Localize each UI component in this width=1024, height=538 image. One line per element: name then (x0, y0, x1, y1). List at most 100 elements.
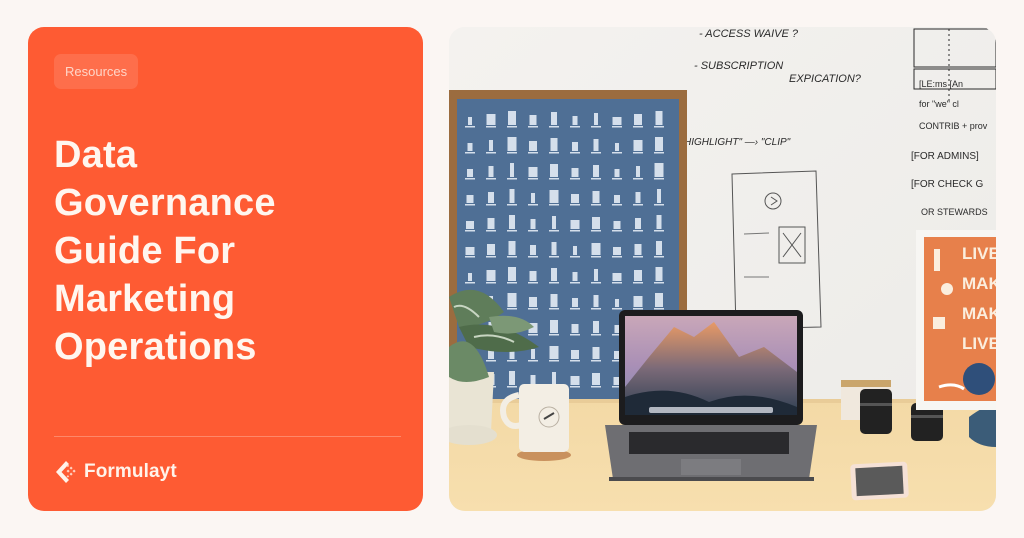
article-card[interactable]: Resources Data Governance Guide For Mark… (28, 27, 423, 511)
poster-landmark-glyph (655, 293, 663, 307)
poster-landmark-base (633, 282, 643, 284)
poster-landmark-glyph (486, 114, 496, 125)
poster-landmark-glyph (508, 267, 516, 281)
poster-landmark-glyph (467, 169, 473, 177)
poster-landmark-base (528, 360, 538, 362)
poster-landmark-base (486, 152, 496, 154)
poster-landmark-base (549, 152, 559, 154)
poster-landmark-glyph (655, 267, 663, 281)
poster-landmark-glyph (635, 192, 641, 203)
poster-landmark-base (591, 282, 601, 284)
poster-landmark-glyph (634, 244, 642, 255)
brand[interactable]: Formulayt (54, 459, 177, 485)
poster-landmark-base (570, 282, 580, 284)
poster-landmark-glyph (529, 115, 537, 125)
poster-landmark-glyph (509, 189, 515, 203)
workspace-illustration: - ACCESS WAIVE ? - SUBSCRIPTION EXPICATI… (449, 27, 996, 511)
poster-landmark-glyph (549, 190, 559, 203)
poster-landmark-glyph (487, 218, 495, 229)
poster-landmark-base (612, 282, 622, 284)
poster-landmark-glyph (549, 346, 559, 359)
poster-landmark-base (465, 152, 475, 154)
poster-landmark-glyph (468, 117, 472, 125)
poster-landmark-glyph (550, 164, 558, 177)
poster-landmark-base (654, 178, 664, 180)
poster-landmark-glyph (509, 215, 515, 229)
poster-landmark-glyph (612, 273, 622, 281)
poster-landmark-base (507, 230, 517, 232)
poster-landmark-glyph (488, 192, 494, 203)
poster-landmark-base (654, 204, 664, 206)
poster-landmark-base (633, 152, 643, 154)
poster-landmark-base (591, 360, 601, 362)
title-line: Marketing (54, 278, 236, 320)
poster-landmark-base (654, 126, 664, 128)
poster-landmark-glyph (508, 111, 516, 125)
svg-text:[FOR CHECK G: [FOR CHECK G (911, 179, 983, 190)
svg-text:CONTRIB + prov: CONTRIB + prov (919, 121, 988, 131)
title-line: Governance (54, 182, 276, 224)
poster-landmark-glyph (531, 193, 535, 203)
poster-landmark-base (570, 152, 580, 154)
poster-landmark-base (549, 126, 559, 128)
poster-landmark-base (612, 178, 622, 180)
svg-text:for "we" cl: for "we" cl (919, 99, 959, 109)
poster-landmark-base (654, 308, 664, 310)
poster-landmark-base (549, 334, 559, 336)
poster-landmark-base (654, 282, 664, 284)
poster-landmark-glyph (529, 271, 537, 281)
poster-landmark-base (549, 308, 559, 310)
poster-landmark-glyph (633, 140, 643, 151)
title-line: Operations (54, 326, 257, 368)
poster-landmark-glyph (468, 273, 472, 281)
poster-landmark-base (654, 152, 664, 154)
poster-landmark-glyph (552, 372, 556, 385)
poster-landmark-base (570, 334, 580, 336)
poster-landmark-base (570, 126, 580, 128)
poster-landmark-glyph (634, 114, 642, 125)
poster-landmark-base (486, 256, 496, 258)
poster-landmark-base (507, 178, 517, 180)
poster-landmark-glyph (530, 375, 536, 385)
poster-landmark-base (507, 256, 517, 258)
poster-landmark-glyph (572, 272, 578, 281)
poster-landmark-glyph (571, 350, 579, 359)
poster-landmark-base (549, 230, 559, 232)
poster-landmark-base (633, 178, 643, 180)
poster-landmark-glyph (467, 143, 473, 151)
poster-landmark-base (486, 230, 496, 232)
poster-landmark-glyph (551, 242, 557, 255)
poster-landmark-base (507, 360, 517, 362)
svg-text:[FOR ADMINS]: [FOR ADMINS] (911, 151, 979, 162)
poster-landmark-glyph (656, 215, 662, 229)
poster-landmark-glyph (486, 270, 496, 281)
poster-landmark-base (528, 178, 538, 180)
poster-landmark-base (570, 204, 580, 206)
poster-landmark-glyph (615, 299, 619, 307)
poster-landmark-base (612, 256, 622, 258)
svg-text:OR STEWARDS: OR STEWARDS (921, 207, 988, 217)
poster-landmark-glyph (528, 167, 538, 177)
poster-landmark-base (570, 308, 580, 310)
poster-landmark-glyph (530, 219, 536, 229)
poster-landmark-glyph (614, 169, 620, 177)
poster-landmark-base (591, 126, 601, 128)
live-make-poster: LIVE MAKE MAKE LIVE (916, 230, 996, 410)
poster-landmark-glyph (655, 137, 663, 151)
poster-landmark-glyph (507, 293, 517, 307)
poster-landmark-base (612, 126, 622, 128)
brand-name: Formulayt (84, 461, 177, 482)
poster-landmark-base (507, 308, 517, 310)
svg-text:[LE:ms [An: [LE:ms [An (919, 79, 963, 89)
svg-text:MAKE: MAKE (962, 304, 996, 323)
title-line: Guide For (54, 230, 236, 272)
poster-landmark-glyph (591, 243, 601, 255)
poster-landmark-base (486, 178, 496, 180)
poster-landmark-glyph (572, 298, 578, 307)
poster-landmark-base (591, 204, 601, 206)
poster-landmark-base (528, 334, 538, 336)
poster-landmark-glyph (466, 221, 474, 229)
poster-landmark-base (591, 230, 601, 232)
poster-landmark-base (591, 334, 601, 336)
category-badge[interactable]: Resources (54, 54, 139, 89)
